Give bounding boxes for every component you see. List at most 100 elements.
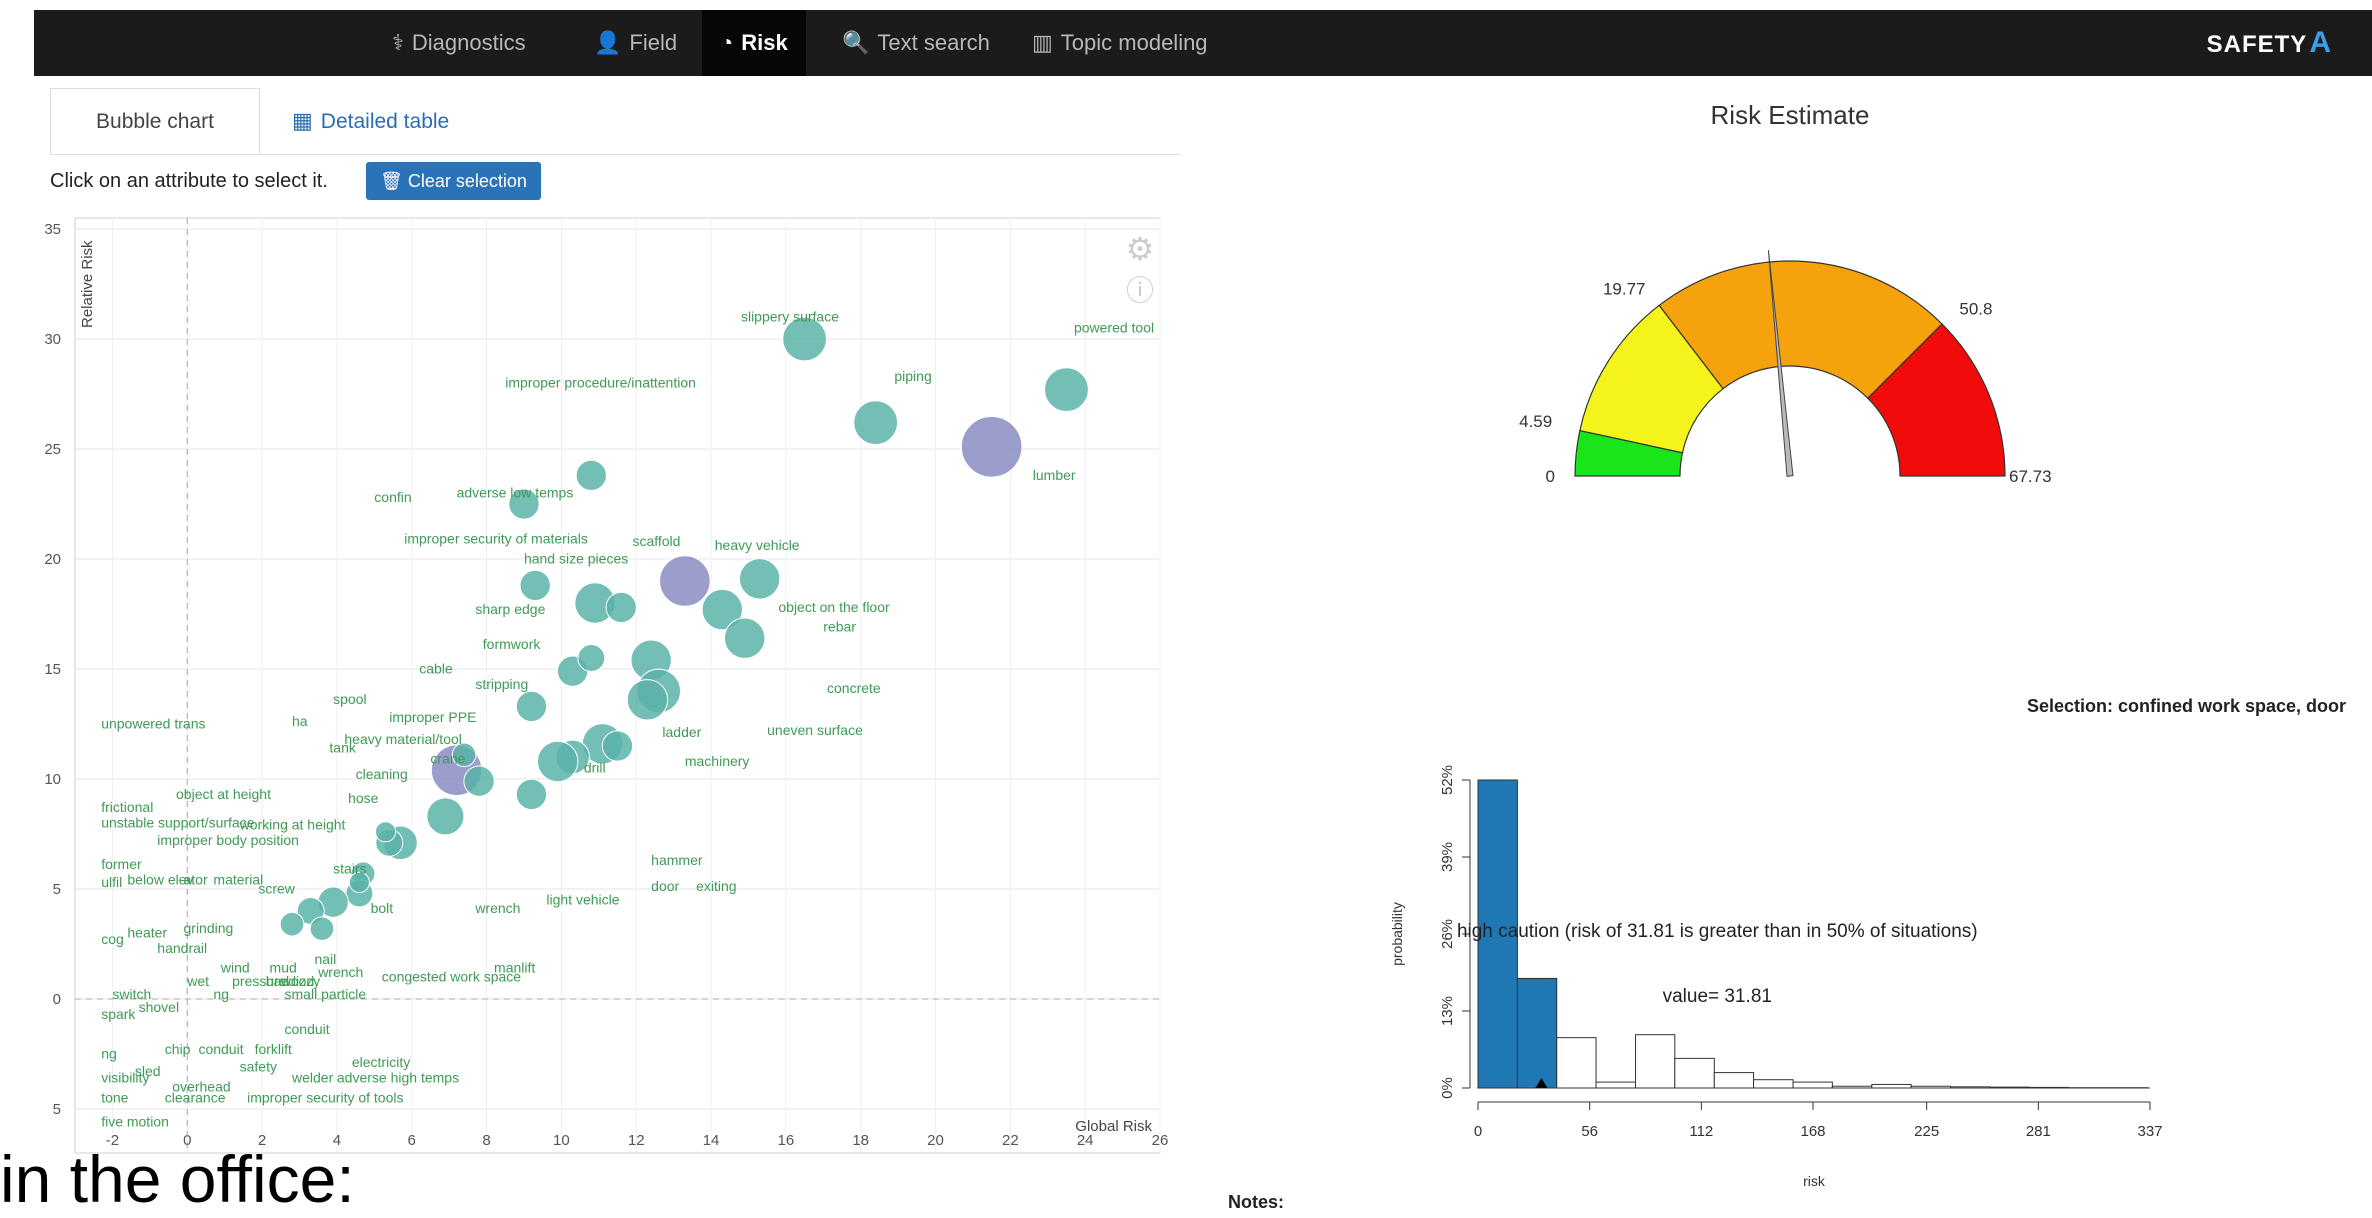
x-tick-label: 337 bbox=[2137, 1123, 2162, 1140]
y-tick-label: 0% bbox=[1439, 1077, 1456, 1099]
bubble-label: heavy material/tool bbox=[344, 731, 462, 747]
bubble-point bbox=[577, 644, 606, 672]
chart-tabs: Bubble chart ▦ Detailed table bbox=[50, 88, 1180, 155]
histogram-bar bbox=[1871, 1083, 1912, 1089]
bubble-label: five motion bbox=[101, 1114, 169, 1130]
y-tick-label: 5 bbox=[53, 881, 61, 898]
bubble-point bbox=[626, 679, 669, 721]
bubble-label: working at height bbox=[239, 817, 346, 833]
bubble-label: heavy vehicle bbox=[715, 537, 800, 553]
nav-label: Diagnostics bbox=[411, 30, 526, 55]
bubble-label: cleaning bbox=[356, 766, 408, 782]
x-tick-label: 168 bbox=[1800, 1123, 1825, 1140]
trash-icon: 🗑 bbox=[380, 171, 403, 191]
bubble-label: manlift bbox=[494, 960, 535, 976]
bubble-label: bolt bbox=[371, 900, 394, 916]
histogram-bar bbox=[1556, 1037, 1597, 1089]
bubble-label: electricity bbox=[352, 1054, 410, 1070]
nav-field[interactable]: 👤 Field bbox=[576, 10, 695, 76]
nav-risk[interactable]: ◔ Risk bbox=[702, 10, 806, 76]
bubble-label: object at height bbox=[176, 786, 271, 802]
bubble-label: wet bbox=[186, 973, 209, 989]
clear-selection-button[interactable]: 🗑 Clear selection bbox=[366, 162, 541, 200]
histogram-bar bbox=[1516, 977, 1558, 1089]
bubble-label: light vehicle bbox=[546, 891, 619, 907]
tab-bubble-chart[interactable]: Bubble chart bbox=[50, 88, 260, 154]
info-icon: ⓘ bbox=[1126, 275, 1154, 306]
y-tick-label: 13% bbox=[1439, 996, 1456, 1026]
bubble-label: unstable support/surface bbox=[101, 814, 255, 830]
selection-hint: Click on an attribute to select it. bbox=[50, 170, 328, 192]
bubble-point bbox=[659, 555, 711, 607]
bubble-point bbox=[519, 569, 551, 602]
bubble-label: safety bbox=[240, 1059, 277, 1075]
bubble-label: handrail bbox=[157, 940, 207, 956]
x-tick-label: 22 bbox=[1002, 1132, 1019, 1149]
bubble-label: ng bbox=[213, 986, 229, 1002]
bubble-label: improper body position bbox=[157, 832, 299, 848]
table-icon: ▦ bbox=[292, 108, 313, 133]
brand-logo[interactable]: SAFETYA bbox=[2207, 10, 2332, 76]
bubble-label: improper security of materials bbox=[404, 531, 588, 547]
bubble-point bbox=[279, 911, 305, 937]
stethoscope-icon: ⚕ bbox=[392, 30, 404, 55]
bubble-label: formwork bbox=[483, 636, 542, 652]
bubble-label: cog bbox=[101, 931, 124, 947]
x-axis-label: risk bbox=[1803, 1173, 1826, 1189]
bubble-label: hand size pieces bbox=[524, 550, 628, 566]
bubble-label: shovel bbox=[139, 999, 179, 1015]
bar-chart-icon: ▥ bbox=[1032, 30, 1053, 55]
y-tick-label: 52% bbox=[1439, 765, 1456, 795]
y-tick-label: 10 bbox=[44, 771, 61, 788]
bubble-label: welder bbox=[291, 1070, 334, 1086]
nav-diagnostics[interactable]: ⚕ Diagnostics bbox=[374, 10, 544, 76]
nav-label: Topic modeling bbox=[1060, 30, 1208, 55]
risk-histogram: 0% 13% 26% 39% 52% probability 0 56 112 168 225 281… bbox=[1389, 765, 2163, 1189]
bubble-label: conduit bbox=[198, 1041, 243, 1057]
x-tick-label: 112 bbox=[1689, 1123, 1713, 1140]
bubble-label: wrench bbox=[317, 964, 363, 980]
bubble-point bbox=[738, 558, 781, 600]
tab-detailed-table[interactable]: ▦ Detailed table bbox=[268, 88, 473, 152]
bubble-label: door bbox=[651, 878, 679, 894]
gauge-tick-label: 4.59 bbox=[1519, 412, 1552, 431]
dashboard-icon: ◔ bbox=[720, 30, 734, 55]
bubble-label: rebar bbox=[823, 619, 856, 635]
notes-label: Notes: bbox=[1228, 1192, 1285, 1212]
bubble-label: piping bbox=[894, 368, 931, 384]
bubble-label: spark bbox=[101, 1006, 136, 1022]
nav-text-search[interactable]: 🔍 Text search bbox=[824, 10, 1008, 76]
bubble-label: slippery surface bbox=[741, 308, 839, 324]
bubble-label: adverse low temps bbox=[457, 484, 574, 500]
bubble-label: frictional bbox=[101, 799, 153, 815]
bubble-chart: 353025201510505-2 0 2 4 6 8 10 12 14 16 18 20 22 24 26… bbox=[44, 217, 1168, 1154]
risk-estimate-title: Risk Estimate bbox=[1710, 100, 1870, 130]
bubble-label: spool bbox=[333, 691, 366, 707]
x-tick-label: 56 bbox=[1581, 1123, 1598, 1140]
gauge-tick-label: 0 bbox=[1546, 467, 1555, 486]
bubble-point bbox=[1044, 367, 1089, 412]
x-tick-label: 10 bbox=[553, 1132, 570, 1149]
y-tick-label: 15 bbox=[44, 661, 61, 678]
bubble-point bbox=[309, 916, 335, 941]
bubble-point bbox=[853, 400, 899, 445]
bubble-point bbox=[515, 690, 548, 723]
bubble-label: sharp edge bbox=[475, 601, 545, 617]
bubble-label: unpowered trans bbox=[101, 715, 205, 731]
y-tick-label: 26% bbox=[1439, 919, 1456, 949]
bubble-label: material bbox=[213, 872, 263, 888]
bubble-label: drill bbox=[584, 759, 606, 775]
nav-topic-modeling[interactable]: ▥ Topic modeling bbox=[1014, 10, 1226, 76]
bubble-label: ulfil bbox=[101, 874, 122, 890]
y-tick-label: 25 bbox=[44, 441, 61, 458]
bubble-label: exiting bbox=[696, 878, 736, 894]
bubble-label: conduit bbox=[285, 1021, 330, 1037]
bubble-label: uneven surface bbox=[767, 722, 863, 738]
plot-area bbox=[74, 217, 1161, 1154]
top-navbar: SAFETYA ⚕ Diagnostics 👤 Field ◔ Risk 🔍 Text sea… bbox=[34, 10, 2372, 76]
bubble-label: hose bbox=[348, 790, 379, 806]
bubble-label: crane bbox=[430, 751, 465, 767]
y-axis-label: Relative Risk bbox=[79, 240, 96, 328]
nav-label: Risk bbox=[741, 30, 788, 55]
histogram-bar bbox=[1635, 1034, 1676, 1089]
